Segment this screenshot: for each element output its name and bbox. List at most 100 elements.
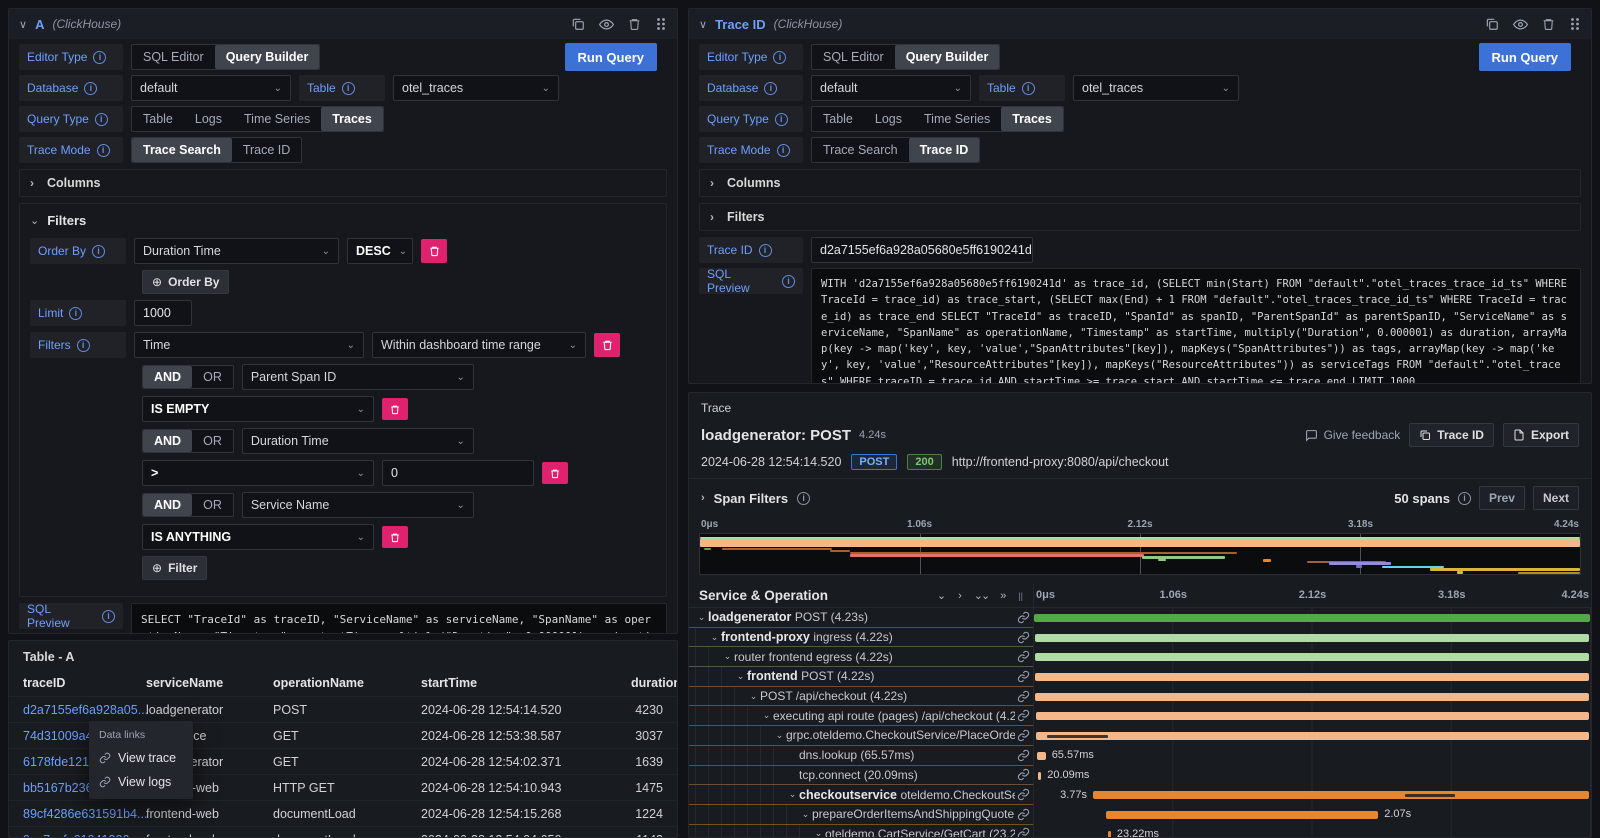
condition-operator-select[interactable]: IS ANYTHING⌄ xyxy=(142,524,374,550)
hide-query-icon[interactable] xyxy=(1513,17,1528,32)
span-duration-bar[interactable] xyxy=(1106,811,1378,819)
collapse-all-icon[interactable]: ⌄⌄ xyxy=(974,589,988,602)
collapse-span-icon[interactable]: ⌄ xyxy=(799,809,812,820)
info-icon[interactable]: i xyxy=(93,51,106,64)
span-timeline-cell[interactable]: 2.07s xyxy=(1033,805,1591,825)
drag-handle-icon[interactable] xyxy=(1569,17,1581,31)
column-header-operationname[interactable]: operationName xyxy=(273,676,421,690)
trace-mode-id[interactable]: Trace ID xyxy=(232,138,301,162)
span-row[interactable]: dns.lookup (65.57ms)65.57ms xyxy=(689,746,1591,766)
info-icon[interactable]: i xyxy=(782,275,795,288)
query-type-traces[interactable]: Traces xyxy=(321,107,383,131)
query-type-table[interactable]: Table xyxy=(132,107,184,131)
database-select[interactable]: default⌄ xyxy=(131,75,291,101)
span-link-icon[interactable] xyxy=(1017,650,1033,663)
collapse-span-icon[interactable]: ⌄ xyxy=(773,730,786,741)
or-option[interactable]: OR xyxy=(192,430,233,452)
condition-field-select[interactable]: Duration Time⌄ xyxy=(242,428,474,454)
info-icon[interactable]: i xyxy=(773,51,786,64)
trace-id-link[interactable]: d2a7155ef6a928a05... xyxy=(23,703,146,717)
and-option[interactable]: AND xyxy=(143,430,192,452)
span-link-icon[interactable] xyxy=(1017,827,1033,838)
span-row[interactable]: ⌄frontend POST (4.22s) xyxy=(689,667,1591,687)
remove-condition-button[interactable] xyxy=(542,462,568,484)
span-timeline-cell[interactable]: 65.57ms xyxy=(1033,746,1591,766)
delete-query-icon[interactable] xyxy=(628,17,641,31)
collapse-panel-icon[interactable]: ∨ xyxy=(19,18,27,31)
duplicate-query-icon[interactable] xyxy=(1485,17,1499,31)
info-icon[interactable]: i xyxy=(797,492,810,505)
span-timeline-cell[interactable] xyxy=(1033,647,1591,667)
export-button[interactable]: Export xyxy=(1503,423,1579,447)
query-type-table[interactable]: Table xyxy=(812,107,864,131)
query-type-logs[interactable]: Logs xyxy=(184,107,233,131)
span-row[interactable]: ⌄executing api route (pages) /api/checko… xyxy=(689,706,1591,726)
query-type-timeseries[interactable]: Time Series xyxy=(913,107,1001,131)
columns-section-toggle[interactable]: › Columns xyxy=(19,169,667,197)
filter-field-select[interactable]: Time⌄ xyxy=(134,332,364,358)
trace-minimap[interactable] xyxy=(699,533,1581,575)
span-link-icon[interactable] xyxy=(1017,611,1033,624)
span-link-icon[interactable] xyxy=(1017,788,1033,801)
add-order-by-button[interactable]: ⊕Order By xyxy=(142,270,229,294)
span-row[interactable]: ⌄frontend-proxy ingress (4.22s) xyxy=(689,628,1591,648)
collapse-span-icon[interactable]: ⌄ xyxy=(708,632,721,643)
chevron-right-icon[interactable]: › xyxy=(701,492,705,504)
info-icon[interactable]: i xyxy=(342,82,355,95)
info-icon[interactable]: i xyxy=(775,113,788,126)
table-select[interactable]: otel_traces⌄ xyxy=(1073,75,1239,101)
span-row[interactable]: ⌄POST /api/checkout (4.22s) xyxy=(689,687,1591,707)
view-logs-link[interactable]: View logs xyxy=(89,770,193,794)
span-duration-bar[interactable] xyxy=(1035,673,1589,681)
columns-section-toggle[interactable]: › Columns xyxy=(699,169,1581,197)
condition-value-input[interactable]: 0 xyxy=(382,460,534,486)
add-filter-button[interactable]: ⊕Filter xyxy=(142,556,207,580)
span-duration-bar[interactable] xyxy=(1036,732,1590,740)
span-duration-bar[interactable] xyxy=(1108,831,1111,838)
span-duration-bar[interactable] xyxy=(1034,614,1590,622)
span-row[interactable]: tcp.connect (20.09ms)20.09ms xyxy=(689,766,1591,786)
column-header-traceid[interactable]: traceID xyxy=(23,676,146,690)
filter-time-range-select[interactable]: Within dashboard time range⌄ xyxy=(372,332,586,358)
span-link-icon[interactable] xyxy=(1017,768,1033,781)
query-ref-id[interactable]: Trace ID xyxy=(715,17,766,32)
span-row[interactable]: ⌄router frontend egress (4.22s) xyxy=(689,647,1591,667)
trace-id-link[interactable]: 9ac7acfa01941806... xyxy=(23,833,146,838)
collapse-one-icon[interactable]: ⌄ xyxy=(937,589,946,602)
query-ref-id[interactable]: A xyxy=(35,17,44,32)
query-type-traces[interactable]: Traces xyxy=(1001,107,1063,131)
collapse-panel-icon[interactable]: ∨ xyxy=(699,18,707,31)
condition-operator-select[interactable]: >⌄ xyxy=(142,460,374,486)
span-row[interactable]: ⌄grpc.oteldemo.CheckoutService/PlaceOrde… xyxy=(689,726,1591,746)
span-link-icon[interactable] xyxy=(1017,690,1033,703)
info-icon[interactable]: i xyxy=(764,82,777,95)
collapse-span-icon[interactable]: ⌄ xyxy=(747,691,760,702)
span-duration-bar[interactable] xyxy=(1093,791,1589,799)
filters-section-toggle[interactable]: ⌄ Filters xyxy=(30,213,656,228)
hide-query-icon[interactable] xyxy=(599,17,614,32)
table-select[interactable]: otel_traces⌄ xyxy=(393,75,559,101)
info-icon[interactable]: i xyxy=(1458,492,1471,505)
span-timeline-cell[interactable]: 3.77s xyxy=(1033,785,1591,805)
editor-type-builder[interactable]: Query Builder xyxy=(895,45,1000,69)
condition-field-select[interactable]: Service Name⌄ xyxy=(242,492,474,518)
collapse-span-icon[interactable]: ⌄ xyxy=(721,651,734,662)
query-type-logs[interactable]: Logs xyxy=(864,107,913,131)
collapse-span-icon[interactable]: ⌄ xyxy=(734,671,747,682)
and-option[interactable]: AND xyxy=(143,366,192,388)
span-duration-bar[interactable] xyxy=(1035,653,1590,661)
span-timeline-cell[interactable] xyxy=(1033,608,1591,628)
order-by-field-select[interactable]: Duration Time⌄ xyxy=(134,238,339,264)
info-icon[interactable]: i xyxy=(95,113,108,126)
span-duration-bar[interactable] xyxy=(1037,752,1046,760)
collapse-span-icon[interactable]: ⌄ xyxy=(786,789,799,800)
span-timeline-cell[interactable] xyxy=(1033,628,1591,648)
trace-mode-id[interactable]: Trace ID xyxy=(909,138,980,162)
span-timeline-cell[interactable] xyxy=(1033,706,1591,726)
span-duration-bar[interactable] xyxy=(1038,772,1041,780)
collapse-span-icon[interactable]: ⌄ xyxy=(760,710,773,721)
or-option[interactable]: OR xyxy=(192,366,233,388)
info-icon[interactable]: i xyxy=(92,245,105,258)
span-row[interactable]: ⌄oteldemo.CartService/GetCart (23.22ms)2… xyxy=(689,825,1591,838)
condition-field-select[interactable]: Parent Span ID⌄ xyxy=(242,364,474,390)
